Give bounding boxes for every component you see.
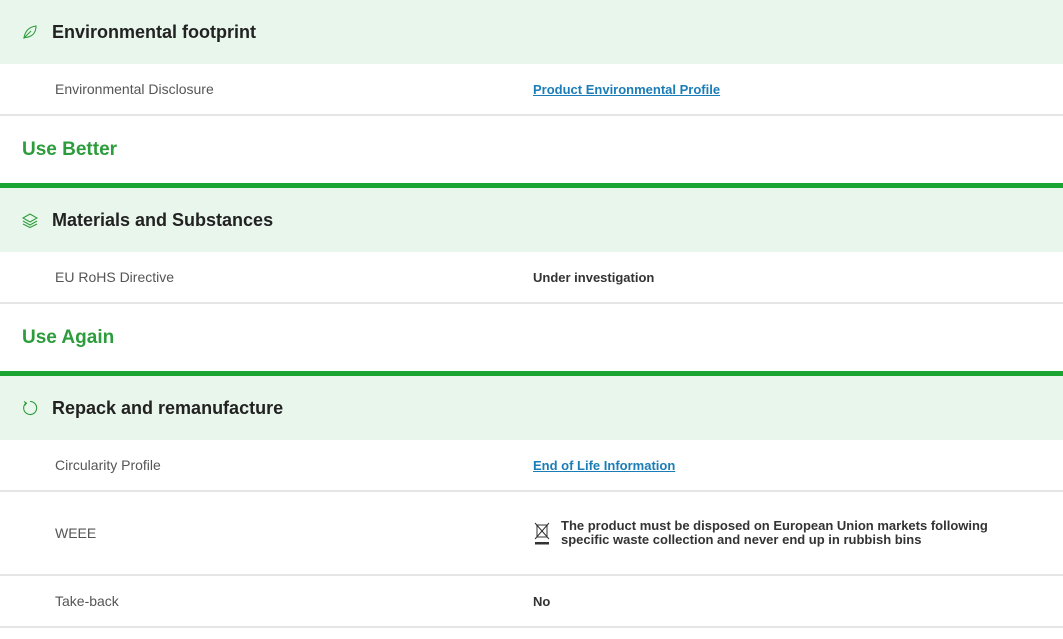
refresh-icon: [22, 400, 38, 416]
section-header-repack: Repack and remanufacture: [0, 376, 1063, 440]
environmental-data-panel: Environmental footprint Environmental Di…: [0, 0, 1063, 639]
section-title: Materials and Substances: [52, 209, 274, 230]
category-title-use-again: Use Again: [0, 304, 1063, 376]
row-label: EU RoHS Directive: [55, 269, 175, 285]
section-header-environmental-footprint: Environmental footprint: [0, 0, 1063, 64]
row-take-back: Take-back No: [0, 576, 1063, 628]
row-value: Under investigation: [533, 269, 655, 285]
leaf-icon: [22, 24, 38, 40]
section-title: Repack and remanufacture: [52, 397, 284, 418]
row-label: Circularity Profile: [55, 457, 161, 473]
layers-icon: [22, 212, 38, 228]
weee-text: The product must be disposed on European…: [561, 518, 988, 547]
row-circularity-profile: Circularity Profile End of Life Informat…: [0, 440, 1063, 492]
row-eu-rohs: EU RoHS Directive Under investigation: [0, 252, 1063, 304]
section-title: Environmental footprint: [52, 21, 256, 42]
row-label: Take-back: [55, 593, 119, 609]
row-environmental-disclosure: Environmental Disclosure Product Environ…: [0, 64, 1063, 116]
row-label: Environmental Disclosure: [55, 81, 214, 97]
crossed-bin-icon: [533, 520, 551, 546]
weee-value: The product must be disposed on European…: [533, 519, 1031, 547]
product-environmental-profile-link[interactable]: Product Environmental Profile: [533, 82, 720, 97]
row-label: WEEE: [55, 525, 97, 541]
row-value: No: [533, 593, 551, 609]
category-title-use-better: Use Better: [0, 116, 1063, 188]
end-of-life-information-link[interactable]: End of Life Information: [533, 458, 675, 473]
section-header-materials: Materials and Substances: [0, 188, 1063, 252]
row-weee: WEEE The product must be disposed on Eur…: [0, 492, 1063, 576]
